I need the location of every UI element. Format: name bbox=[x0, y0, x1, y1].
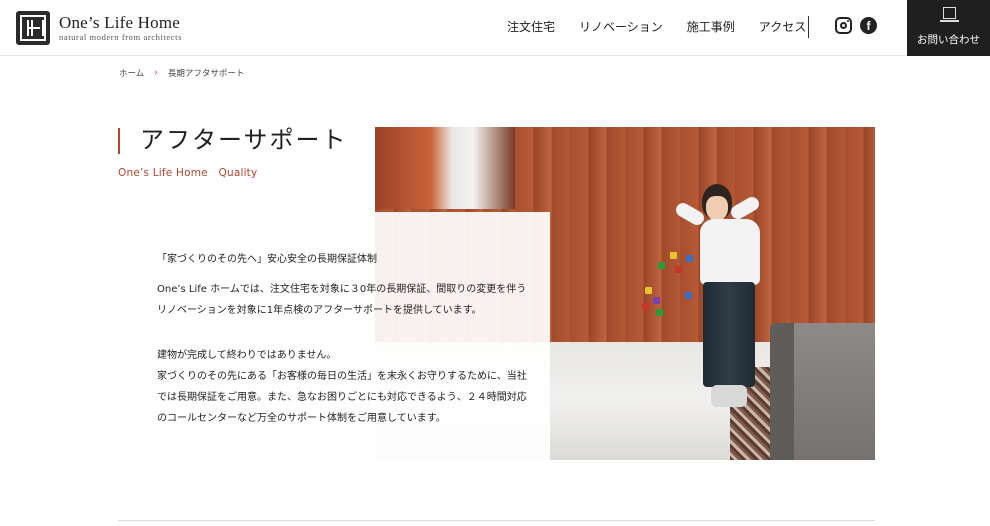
site-header: One’s Life Home natural modern from arch… bbox=[0, 0, 990, 56]
nav-divider bbox=[808, 16, 809, 38]
breadcrumb: ホーム › 長期アフタサポート bbox=[119, 67, 244, 79]
title-accent-bar bbox=[118, 128, 120, 154]
site-logo[interactable]: One’s Life Home natural modern from arch… bbox=[16, 11, 182, 45]
nav-item-custom-home[interactable]: 注文住宅 bbox=[507, 20, 555, 34]
paragraph-warranty: One’s Life ホームでは、注文住宅を対象に３0年の長期保証、間取りの変更… bbox=[157, 284, 527, 316]
page-title: アフターサポート bbox=[140, 126, 348, 154]
breadcrumb-current: 長期アフタサポート bbox=[167, 69, 245, 79]
logo-mark-icon bbox=[16, 11, 50, 45]
nav-item-works[interactable]: 施工事例 bbox=[687, 20, 735, 34]
laptop-icon bbox=[940, 7, 959, 22]
sns-links: f bbox=[835, 17, 877, 34]
nav-item-renovation[interactable]: リノベーション bbox=[579, 20, 663, 34]
section-divider bbox=[118, 520, 875, 521]
main-nav: 注文住宅 リノベーション 施工事例 アクセス bbox=[507, 20, 830, 34]
instagram-icon[interactable] bbox=[835, 17, 852, 34]
lead-text: 「家づくりのその先へ」安心安全の長期保証体制 bbox=[157, 254, 377, 265]
breadcrumb-home[interactable]: ホーム bbox=[119, 67, 144, 79]
facebook-icon[interactable]: f bbox=[860, 17, 877, 34]
logo-tagline: natural modern from architects bbox=[59, 31, 183, 42]
breadcrumb-separator: › bbox=[154, 68, 158, 78]
nav-item-access[interactable]: アクセス bbox=[759, 20, 806, 34]
contact-label: お問い合わせ bbox=[917, 34, 980, 46]
page-subtitle: One’s Life Home Quality bbox=[118, 167, 258, 179]
contact-button[interactable]: お問い合わせ bbox=[907, 0, 990, 56]
paragraph-support: 建物が完成して終わりではありません。 家づくりのその先にある「お客様の毎日の生活… bbox=[157, 350, 527, 424]
logo-name: One’s Life Home bbox=[59, 12, 181, 32]
logo-text: One’s Life Home natural modern from arch… bbox=[59, 12, 183, 43]
